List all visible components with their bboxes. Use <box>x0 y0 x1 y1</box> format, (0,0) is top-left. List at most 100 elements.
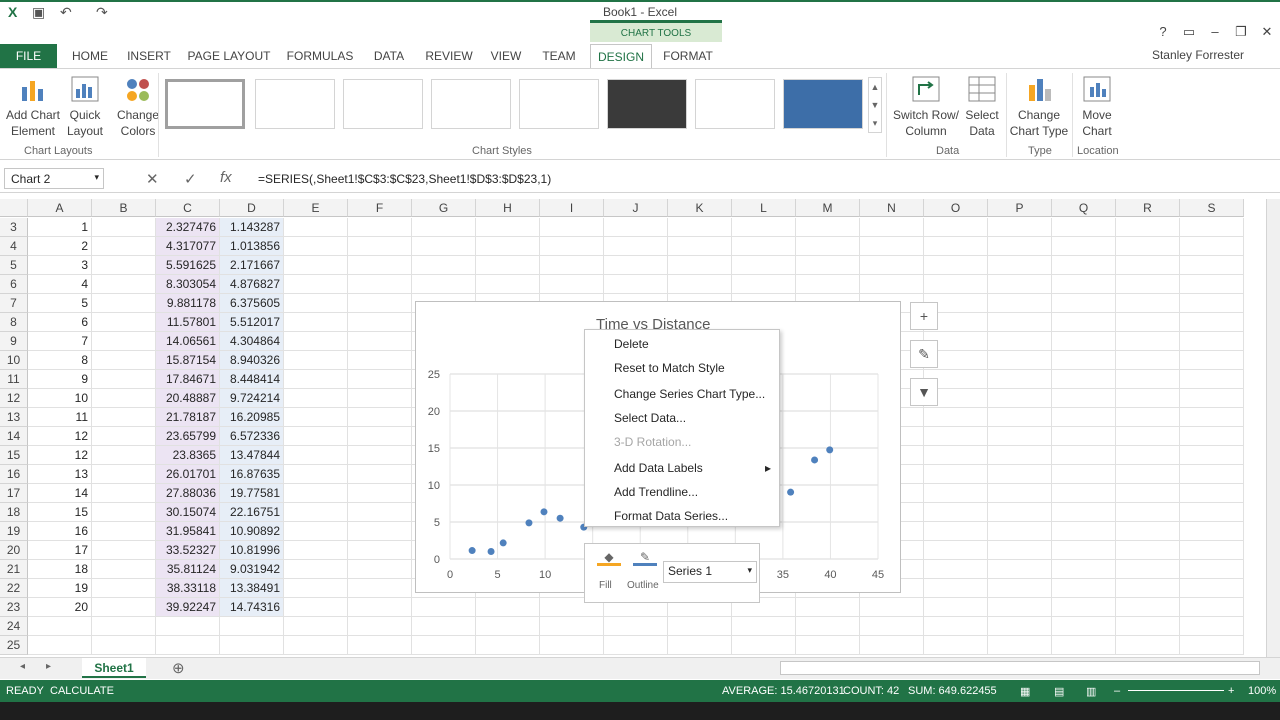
cell[interactable] <box>604 237 668 256</box>
prev-sheet-icon[interactable]: ◂ <box>20 661 25 672</box>
row-header[interactable]: 11 <box>0 370 28 389</box>
cell[interactable]: 23.8365 <box>156 446 220 465</box>
cell[interactable] <box>732 237 796 256</box>
cell[interactable] <box>988 237 1052 256</box>
column-header-g[interactable]: G <box>412 199 476 217</box>
series-select[interactable]: Series 1 ▾ <box>663 561 757 583</box>
cell[interactable] <box>156 617 220 636</box>
cell[interactable] <box>924 636 988 655</box>
change-chart-type-button[interactable]: Change Chart Type <box>1008 69 1070 139</box>
column-header-l[interactable]: L <box>732 199 796 217</box>
cell[interactable] <box>92 275 156 294</box>
cell[interactable] <box>988 465 1052 484</box>
cell[interactable]: 13.47844 <box>220 446 284 465</box>
data-point[interactable] <box>468 547 476 555</box>
cell[interactable] <box>988 579 1052 598</box>
page-break-view-icon[interactable]: ▥ <box>1086 685 1096 698</box>
cell[interactable] <box>924 560 988 579</box>
cell[interactable] <box>348 294 412 313</box>
outline-icon[interactable]: ✎ <box>633 550 657 566</box>
cell[interactable] <box>1052 370 1116 389</box>
cell[interactable]: 22.16751 <box>220 503 284 522</box>
cell[interactable] <box>1052 389 1116 408</box>
data-point[interactable] <box>811 456 819 464</box>
cell[interactable]: 10 <box>28 389 92 408</box>
cell[interactable] <box>348 237 412 256</box>
cell[interactable] <box>92 427 156 446</box>
tab-file[interactable]: FILE <box>0 44 57 68</box>
cell[interactable]: 8.940326 <box>220 351 284 370</box>
cell[interactable] <box>220 636 284 655</box>
column-header-o[interactable]: O <box>924 199 988 217</box>
cell[interactable] <box>1180 446 1244 465</box>
column-header-h[interactable]: H <box>476 199 540 217</box>
cell[interactable] <box>860 237 924 256</box>
data-point[interactable] <box>826 446 834 454</box>
context-menu-item[interactable]: Reset to Match Style <box>585 356 779 380</box>
cell[interactable]: 6.572336 <box>220 427 284 446</box>
cell[interactable]: 4.876827 <box>220 275 284 294</box>
chart-style-6[interactable] <box>607 79 687 129</box>
cell[interactable]: 26.01701 <box>156 465 220 484</box>
cell[interactable] <box>1116 503 1180 522</box>
horizontal-scrollbar[interactable] <box>780 661 1260 675</box>
cell[interactable] <box>92 484 156 503</box>
column-header-p[interactable]: P <box>988 199 1052 217</box>
cell[interactable] <box>1116 617 1180 636</box>
cell[interactable] <box>796 275 860 294</box>
formula-input[interactable]: =SERIES(,Sheet1!$C$3:$C$23,Sheet1!$D$3:$… <box>258 172 551 186</box>
chart-style-8[interactable] <box>783 79 863 129</box>
cell[interactable]: 2 <box>28 237 92 256</box>
cell[interactable] <box>1180 560 1244 579</box>
chart-style-1[interactable] <box>165 79 245 129</box>
cell[interactable] <box>988 351 1052 370</box>
cell[interactable] <box>348 446 412 465</box>
sheet-tab[interactable]: Sheet1 <box>82 658 146 678</box>
cell[interactable] <box>668 275 732 294</box>
cell[interactable] <box>988 313 1052 332</box>
chart-style-4[interactable] <box>431 79 511 129</box>
cell[interactable] <box>348 370 412 389</box>
cell[interactable] <box>540 617 604 636</box>
tab-review[interactable]: REVIEW <box>418 44 480 68</box>
cell[interactable] <box>924 408 988 427</box>
cell[interactable] <box>92 465 156 484</box>
page-layout-view-icon[interactable]: ▤ <box>1054 685 1064 698</box>
cell[interactable] <box>348 522 412 541</box>
cell[interactable] <box>924 579 988 598</box>
context-menu-item[interactable]: Add Data Labels ▸ <box>585 456 779 480</box>
cell[interactable] <box>284 541 348 560</box>
cell[interactable]: 27.88036 <box>156 484 220 503</box>
cell[interactable]: 38.33118 <box>156 579 220 598</box>
cell[interactable] <box>1116 427 1180 446</box>
cell[interactable] <box>284 427 348 446</box>
cell[interactable]: 6.375605 <box>220 294 284 313</box>
cell[interactable] <box>348 636 412 655</box>
cell[interactable]: 11.57801 <box>156 313 220 332</box>
cell[interactable] <box>1052 560 1116 579</box>
cell[interactable]: 5.591625 <box>156 256 220 275</box>
cell[interactable] <box>1052 332 1116 351</box>
cell[interactable] <box>284 465 348 484</box>
chart-style-2[interactable] <box>255 79 335 129</box>
next-sheet-icon[interactable]: ▸ <box>46 661 51 672</box>
row-header[interactable]: 10 <box>0 351 28 370</box>
cell[interactable] <box>1116 484 1180 503</box>
row-header[interactable]: 3 <box>0 218 28 237</box>
cell[interactable]: 4.304864 <box>220 332 284 351</box>
cell[interactable] <box>284 522 348 541</box>
cell[interactable] <box>668 617 732 636</box>
cell[interactable] <box>284 408 348 427</box>
chart-styles-brush-button[interactable]: ✎ <box>910 340 938 368</box>
cell[interactable]: 5.512017 <box>220 313 284 332</box>
cell[interactable] <box>284 579 348 598</box>
cell[interactable] <box>796 256 860 275</box>
column-header-q[interactable]: Q <box>1052 199 1116 217</box>
context-menu-item[interactable]: Change Series Chart Type... <box>585 382 779 406</box>
chart-style-3[interactable] <box>343 79 423 129</box>
cell[interactable] <box>92 313 156 332</box>
cell[interactable] <box>1052 313 1116 332</box>
cell[interactable] <box>284 256 348 275</box>
cell[interactable] <box>604 275 668 294</box>
cell[interactable] <box>476 598 540 617</box>
